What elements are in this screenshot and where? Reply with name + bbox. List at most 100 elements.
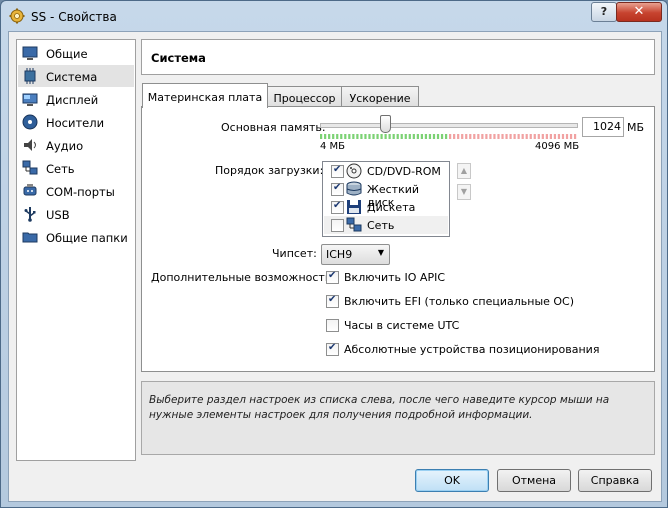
boot-order-label: Порядок загрузки: (215, 164, 324, 177)
extended-features-label: Дополнительные возможности: (151, 271, 336, 284)
cancel-button[interactable]: Отмена (497, 469, 571, 492)
efi-checkbox[interactable] (326, 294, 339, 308)
io-apic-checkbox[interactable] (326, 270, 339, 284)
properties-window: SS - Свойства ? ✕ Общие Система Дисплей … (0, 0, 668, 508)
serial-port-icon (23, 184, 37, 196)
boot-order-list: CD/DVD-ROM Жесткий диск Дискета Сеть (322, 161, 450, 237)
utc-clock-label: Часы в системе UTC (344, 319, 460, 332)
memory-scale-tick (533, 134, 536, 139)
memory-scale-tick (557, 134, 561, 139)
memory-input[interactable]: 1024 (582, 117, 624, 137)
sidebar-item-label: USB (46, 208, 70, 222)
boot-item-network[interactable]: Сеть (324, 216, 448, 234)
sidebar-item-shared-folders[interactable]: Общие папки (18, 226, 134, 248)
memory-scale-tick (529, 134, 532, 139)
memory-slider[interactable] (320, 123, 578, 128)
memory-scale-tick (336, 134, 339, 139)
memory-scale-tick (368, 134, 371, 139)
title-bar[interactable]: SS - Свойства ? ✕ (1, 1, 667, 33)
memory-scale-tick (424, 134, 428, 139)
floppy-icon (347, 200, 361, 214)
boot-checkbox[interactable] (331, 182, 344, 196)
memory-scale-tick (384, 134, 387, 139)
sidebar-item-general[interactable]: Общие (18, 42, 134, 64)
memory-scale-tick (541, 134, 544, 139)
efi-label: Включить EFI (только специальные ОС) (344, 295, 575, 308)
memory-scale-tick (457, 134, 460, 139)
memory-scale-tick (473, 134, 476, 139)
settings-sidebar: Общие Система Дисплей Носители Аудио Сет… (16, 39, 136, 461)
io-apic-label: Включить IO APIC (344, 271, 445, 284)
boot-item-label: CD/DVD-ROM (367, 165, 441, 178)
memory-scale-tick (372, 134, 375, 139)
memory-unit: МБ (627, 121, 645, 134)
memory-scale-tick (380, 134, 383, 139)
tab-label: Процессор (273, 92, 336, 105)
boot-item-hdd[interactable]: Жесткий диск (324, 180, 448, 209)
boot-checkbox[interactable] (331, 200, 344, 214)
memory-scale-tick (521, 134, 524, 139)
memory-scale (320, 134, 577, 139)
ok-button[interactable]: OK (415, 469, 489, 492)
memory-scale-tick (453, 134, 456, 139)
motherboard-panel: Основная память: 1024 МБ 4 МБ 4096 МБ По… (141, 106, 655, 372)
memory-slider-thumb[interactable] (379, 115, 391, 133)
memory-scale-tick (481, 134, 484, 139)
network-icon (22, 160, 38, 175)
gear-icon (9, 8, 25, 24)
move-down-button[interactable]: ▼ (457, 184, 471, 200)
help-title-button[interactable]: ? (591, 2, 617, 22)
sidebar-item-label: COM-порты (46, 185, 115, 199)
memory-scale-tick (392, 134, 395, 139)
memory-scale-tick (553, 134, 557, 139)
memory-scale-tick (497, 134, 500, 139)
tab-label: Ускорение (349, 92, 411, 105)
info-text: Выберите раздел настроек из списка слева… (149, 394, 610, 421)
tab-processor[interactable]: Процессор (266, 86, 343, 107)
absolute-pointing-checkbox[interactable] (326, 342, 339, 356)
boot-checkbox[interactable] (331, 219, 344, 232)
boot-item-label: Дискета (367, 201, 416, 214)
memory-scale-tick (356, 134, 359, 139)
dialog-client: Общие Система Дисплей Носители Аудио Сет… (8, 31, 662, 502)
sidebar-item-system[interactable]: Система (18, 65, 134, 87)
memory-scale-tick (537, 134, 540, 139)
memory-scale-tick (320, 134, 323, 139)
sidebar-item-audio[interactable]: Аудио (18, 134, 134, 156)
memory-scale-tick (324, 134, 327, 139)
sidebar-item-display[interactable]: Дисплей (18, 88, 134, 110)
memory-scale-tick (465, 134, 468, 139)
boot-checkbox[interactable] (331, 164, 344, 178)
window-title: SS - Свойства (31, 10, 117, 24)
memory-scale-tick (404, 134, 407, 139)
sidebar-item-label: Система (46, 70, 98, 84)
boot-item-floppy[interactable]: Дискета (324, 198, 448, 216)
boot-item-cd[interactable]: CD/DVD-ROM (324, 162, 448, 180)
chip-icon (24, 68, 36, 84)
sidebar-item-storage[interactable]: Носители (18, 111, 134, 133)
sidebar-item-label: Носители (46, 116, 105, 130)
memory-scale-tick (352, 134, 355, 139)
memory-min-label: 4 МБ (320, 141, 346, 152)
sidebar-item-label: Аудио (46, 139, 84, 153)
hard-disk-icon (346, 181, 362, 196)
memory-scale-tick (348, 134, 351, 139)
utc-clock-checkbox[interactable] (326, 319, 339, 332)
help-button[interactable]: Справка (578, 469, 652, 492)
move-up-button[interactable]: ▲ (457, 163, 471, 179)
memory-scale-tick (332, 134, 335, 139)
usb-icon (24, 207, 36, 222)
memory-scale-tick (561, 134, 565, 139)
memory-scale-tick (344, 134, 347, 139)
memory-label: Основная память: (221, 121, 326, 134)
chipset-select[interactable]: ICH9 ▼ (321, 244, 390, 265)
sidebar-item-usb[interactable]: USB (18, 203, 134, 225)
sidebar-item-network[interactable]: Сеть (18, 157, 134, 179)
tab-motherboard[interactable]: Материнская плата (142, 83, 268, 108)
memory-scale-tick (469, 134, 472, 139)
sidebar-item-com-ports[interactable]: COM-порты (18, 180, 134, 202)
display-icon (22, 93, 38, 106)
tab-acceleration[interactable]: Ускорение (341, 86, 419, 107)
close-button[interactable]: ✕ (616, 2, 662, 22)
memory-scale-tick (444, 134, 448, 139)
